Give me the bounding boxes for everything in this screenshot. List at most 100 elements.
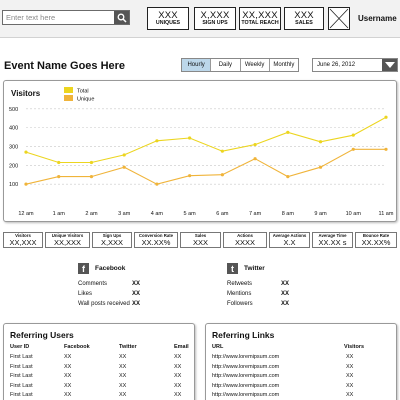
link-url[interactable]: http://www.loremipsum.com (212, 373, 279, 379)
twitter-mentions-value: XX (281, 291, 290, 297)
visitors-line-chart: Visitors Total Unique 100 200 300 400 500 12 am 1… (9, 87, 394, 217)
stat-value: X.X (283, 237, 296, 247)
column-header: Visitors (344, 344, 365, 350)
table-cell: XX (174, 382, 182, 389)
x-tick-label: 2 am (85, 211, 98, 217)
data-point-unique (220, 173, 224, 177)
user-id-cell[interactable]: First Last (10, 383, 33, 389)
kpi-uniques[interactable]: XXX UNIQUES (147, 7, 189, 30)
search-input[interactable] (3, 11, 115, 24)
facebook-wall-posts-value: XX (132, 301, 141, 307)
link-url[interactable]: http://www.loremipsum.com (212, 364, 279, 370)
y-tick-label: 200 (9, 163, 18, 169)
top-bar: XXX UNIQUES X,XXX SIGN UPS XX,XXX TOTAL … (0, 0, 400, 38)
series-line-unique (25, 148, 386, 185)
legend-label-total: Total (77, 89, 89, 95)
visitors-chart-panel: Visitors Total Unique 100 200 300 400 500 12 am 1… (3, 80, 397, 222)
column-header: Email (174, 344, 189, 350)
date-dropdown-button[interactable] (382, 59, 397, 71)
username[interactable]: Username (358, 14, 397, 23)
stat-average-actions[interactable]: Average Actions X.X (269, 232, 310, 248)
kpi-value: XXX (158, 9, 178, 21)
twitter-title: Twitter (244, 265, 265, 272)
stat-actions[interactable]: Actions XXXX (223, 232, 267, 248)
range-weekly-button[interactable]: Weekly (241, 59, 270, 71)
link-url[interactable]: http://www.loremipsum.com (212, 383, 279, 389)
range-daily-button[interactable]: Daily (211, 59, 241, 71)
stat-sign-ups[interactable]: Sign Ups X,XXX (92, 232, 132, 248)
table-cell: XX (119, 392, 127, 398)
kpi-label: TOTAL REACH (241, 20, 279, 27)
user-id-cell[interactable]: First Last (10, 392, 33, 398)
table-cell: XX (64, 363, 72, 370)
stat-visitors[interactable]: Visitors XX,XXX (3, 232, 43, 248)
x-tick-label: 5 am (184, 211, 197, 217)
table-cell: XX (346, 363, 354, 370)
stat-value: XXXX (234, 237, 255, 247)
date-select[interactable]: June 26, 2012 (312, 58, 398, 72)
table-cell: XX (174, 354, 182, 360)
twitter-mentions-label: Mentions (227, 291, 252, 297)
x-tick-label: 6 am (216, 211, 229, 217)
referring-users-title: Referring Users (10, 330, 74, 340)
user-id-cell[interactable]: First Last (10, 373, 33, 379)
date-value: June 26, 2012 (317, 62, 356, 68)
search-box (2, 10, 130, 25)
facebook-likes-value: XX (132, 291, 141, 297)
data-point-total (122, 153, 126, 157)
y-tick-label: 400 (9, 126, 18, 132)
table-cell: XX (174, 363, 182, 370)
x-tick-label: 12 am (18, 211, 34, 217)
data-point-unique (89, 175, 94, 179)
user-id-cell[interactable]: First Last (10, 364, 33, 370)
facebook-stats: f Facebook Comments XX Likes XX Wall pos… (78, 263, 188, 313)
column-header: Facebook (64, 344, 90, 350)
kpi-label: UNIQUES (155, 20, 181, 27)
stat-bounce-rate[interactable]: Bounce Rate XX.XX% (355, 232, 397, 248)
referring-links-panel: Referring Links URL Visitors http://www.… (205, 323, 397, 400)
avatar-placeholder-icon (329, 8, 349, 29)
search-icon (117, 13, 127, 23)
x-tick-label: 10 am (346, 211, 362, 217)
range-hourly-button[interactable]: Hourly (182, 59, 212, 71)
twitter-stats: t Twitter Retweets XX Mentions XX Follow… (227, 263, 337, 313)
stat-value: XX,XXX (9, 237, 37, 247)
kpi-total-reach[interactable]: XX,XXX TOTAL REACH (239, 7, 281, 30)
kpi-sales[interactable]: XXX SALES (284, 7, 324, 30)
table-cell: XX (64, 373, 72, 379)
kpi-sign-ups[interactable]: X,XXX SIGN UPS (194, 7, 236, 30)
data-point-total (188, 136, 192, 140)
stats-bar: Visitors XX,XXX Unique Visitors XX,XXX S… (3, 232, 397, 248)
avatar[interactable] (328, 7, 350, 30)
table-cell: XX (119, 382, 127, 389)
facebook-title: Facebook (95, 265, 126, 272)
stat-unique-visitors[interactable]: Unique Visitors XX,XXX (45, 232, 90, 248)
range-monthly-button[interactable]: Monthly (270, 59, 298, 71)
data-point-total (351, 133, 355, 137)
data-point-total (253, 142, 257, 147)
link-url[interactable]: http://www.loremipsum.com (212, 392, 279, 398)
data-point-unique (24, 182, 28, 186)
stat-value: XX,XXX (53, 237, 82, 247)
search-button[interactable] (114, 11, 129, 24)
data-point-unique (188, 174, 192, 178)
data-point-unique (253, 157, 257, 161)
data-point-unique (155, 182, 159, 186)
legend-label-unique: Unique (77, 97, 94, 103)
x-tick-label: 7 am (249, 211, 262, 217)
table-cell: XX (174, 373, 182, 379)
stat-average-time[interactable]: Average Time XX.XX s (312, 232, 353, 248)
kpi-value: X,XXX (200, 9, 230, 21)
stat-conversion-rate[interactable]: Conversion Rate XX.XX% (134, 232, 178, 248)
data-point-total (286, 130, 290, 134)
legend-swatch-unique (64, 95, 73, 101)
table-cell: XX (346, 392, 354, 398)
user-id-cell[interactable]: First Last (10, 354, 33, 360)
link-url[interactable]: http://www.loremipsum.com (212, 354, 279, 360)
stat-sales[interactable]: Sales XXX (180, 232, 221, 248)
x-tick-label: 11 am (379, 211, 394, 217)
kpi-label: SIGN UPS (202, 20, 228, 27)
facebook-icon: f (78, 263, 89, 274)
data-point-total (318, 140, 323, 144)
table-cell: XX (174, 392, 182, 398)
